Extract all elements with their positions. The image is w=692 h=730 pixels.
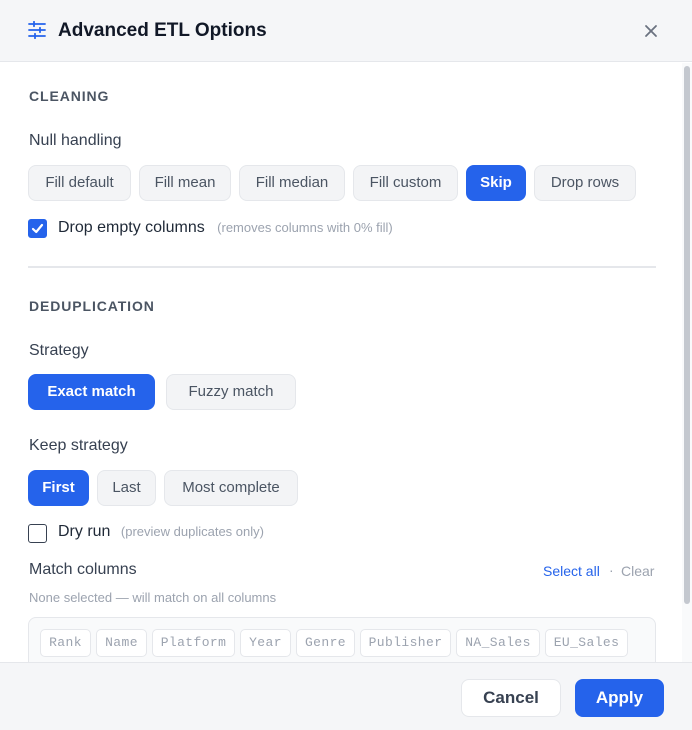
check-icon: [31, 223, 44, 234]
null-option-skip[interactable]: Skip: [466, 165, 526, 201]
select-all-link[interactable]: Select all: [543, 563, 600, 579]
column-chip-rank[interactable]: Rank: [40, 629, 91, 657]
strategy-label: Strategy: [29, 342, 89, 359]
section-divider: [28, 266, 656, 268]
column-chip-eu-sales[interactable]: EU_Sales: [545, 629, 628, 657]
apply-button[interactable]: Apply: [575, 679, 664, 717]
dry-run-hint: (preview duplicates only): [120, 524, 264, 539]
scrollbar-thumb[interactable]: [684, 66, 690, 604]
drop-empty-hint: (removes columns with 0% fill): [217, 220, 393, 235]
null-option-drop-rows[interactable]: Drop rows: [534, 165, 636, 201]
strategy-exact-match[interactable]: Exact match: [28, 374, 155, 410]
null-option-fill-default[interactable]: Fill default: [28, 165, 131, 201]
cleaning-section-title: CLEANING: [29, 88, 110, 104]
match-columns-status: None selected — will match on all column…: [29, 590, 277, 605]
drop-empty-label: Drop empty columns: [58, 219, 205, 236]
column-chip-name[interactable]: Name: [96, 629, 147, 657]
column-chip-publisher[interactable]: Publisher: [360, 629, 451, 657]
column-chip-na-sales[interactable]: NA_Sales: [456, 629, 540, 657]
null-option-fill-median[interactable]: Fill median: [239, 165, 345, 201]
dialog-header: Advanced ETL Options: [0, 0, 692, 62]
column-chip-platform[interactable]: Platform: [152, 629, 235, 657]
match-columns-label: Match columns: [29, 561, 137, 578]
column-chip-genre[interactable]: Genre: [296, 629, 355, 657]
close-icon[interactable]: [640, 20, 662, 42]
cancel-button[interactable]: Cancel: [461, 679, 561, 717]
keep-strategy-label: Keep strategy: [29, 437, 128, 454]
deduplication-section-title: DEDUPLICATION: [29, 298, 155, 314]
dialog-title: Advanced ETL Options: [58, 20, 267, 41]
column-chip-year[interactable]: Year: [240, 629, 291, 657]
dry-run-row: Dry run (preview duplicates only): [58, 523, 264, 541]
sliders-icon: [28, 21, 46, 39]
keep-last[interactable]: Last: [97, 470, 156, 506]
drop-empty-row: Drop empty columns (removes columns with…: [58, 219, 393, 237]
dry-run-label: Dry run: [58, 523, 111, 540]
null-handling-label: Null handling: [29, 132, 122, 149]
drop-empty-checkbox[interactable]: [28, 219, 47, 238]
strategy-fuzzy-match[interactable]: Fuzzy match: [166, 374, 296, 410]
keep-first[interactable]: First: [28, 470, 89, 506]
null-option-fill-custom[interactable]: Fill custom: [353, 165, 458, 201]
link-separator: ·: [609, 562, 614, 578]
dry-run-checkbox[interactable]: [28, 524, 47, 543]
etl-options-dialog: Advanced ETL Options CLEANING Null handl…: [0, 0, 692, 730]
keep-most-complete[interactable]: Most complete: [164, 470, 298, 506]
null-option-fill-mean[interactable]: Fill mean: [139, 165, 231, 201]
clear-link[interactable]: Clear: [621, 563, 654, 579]
